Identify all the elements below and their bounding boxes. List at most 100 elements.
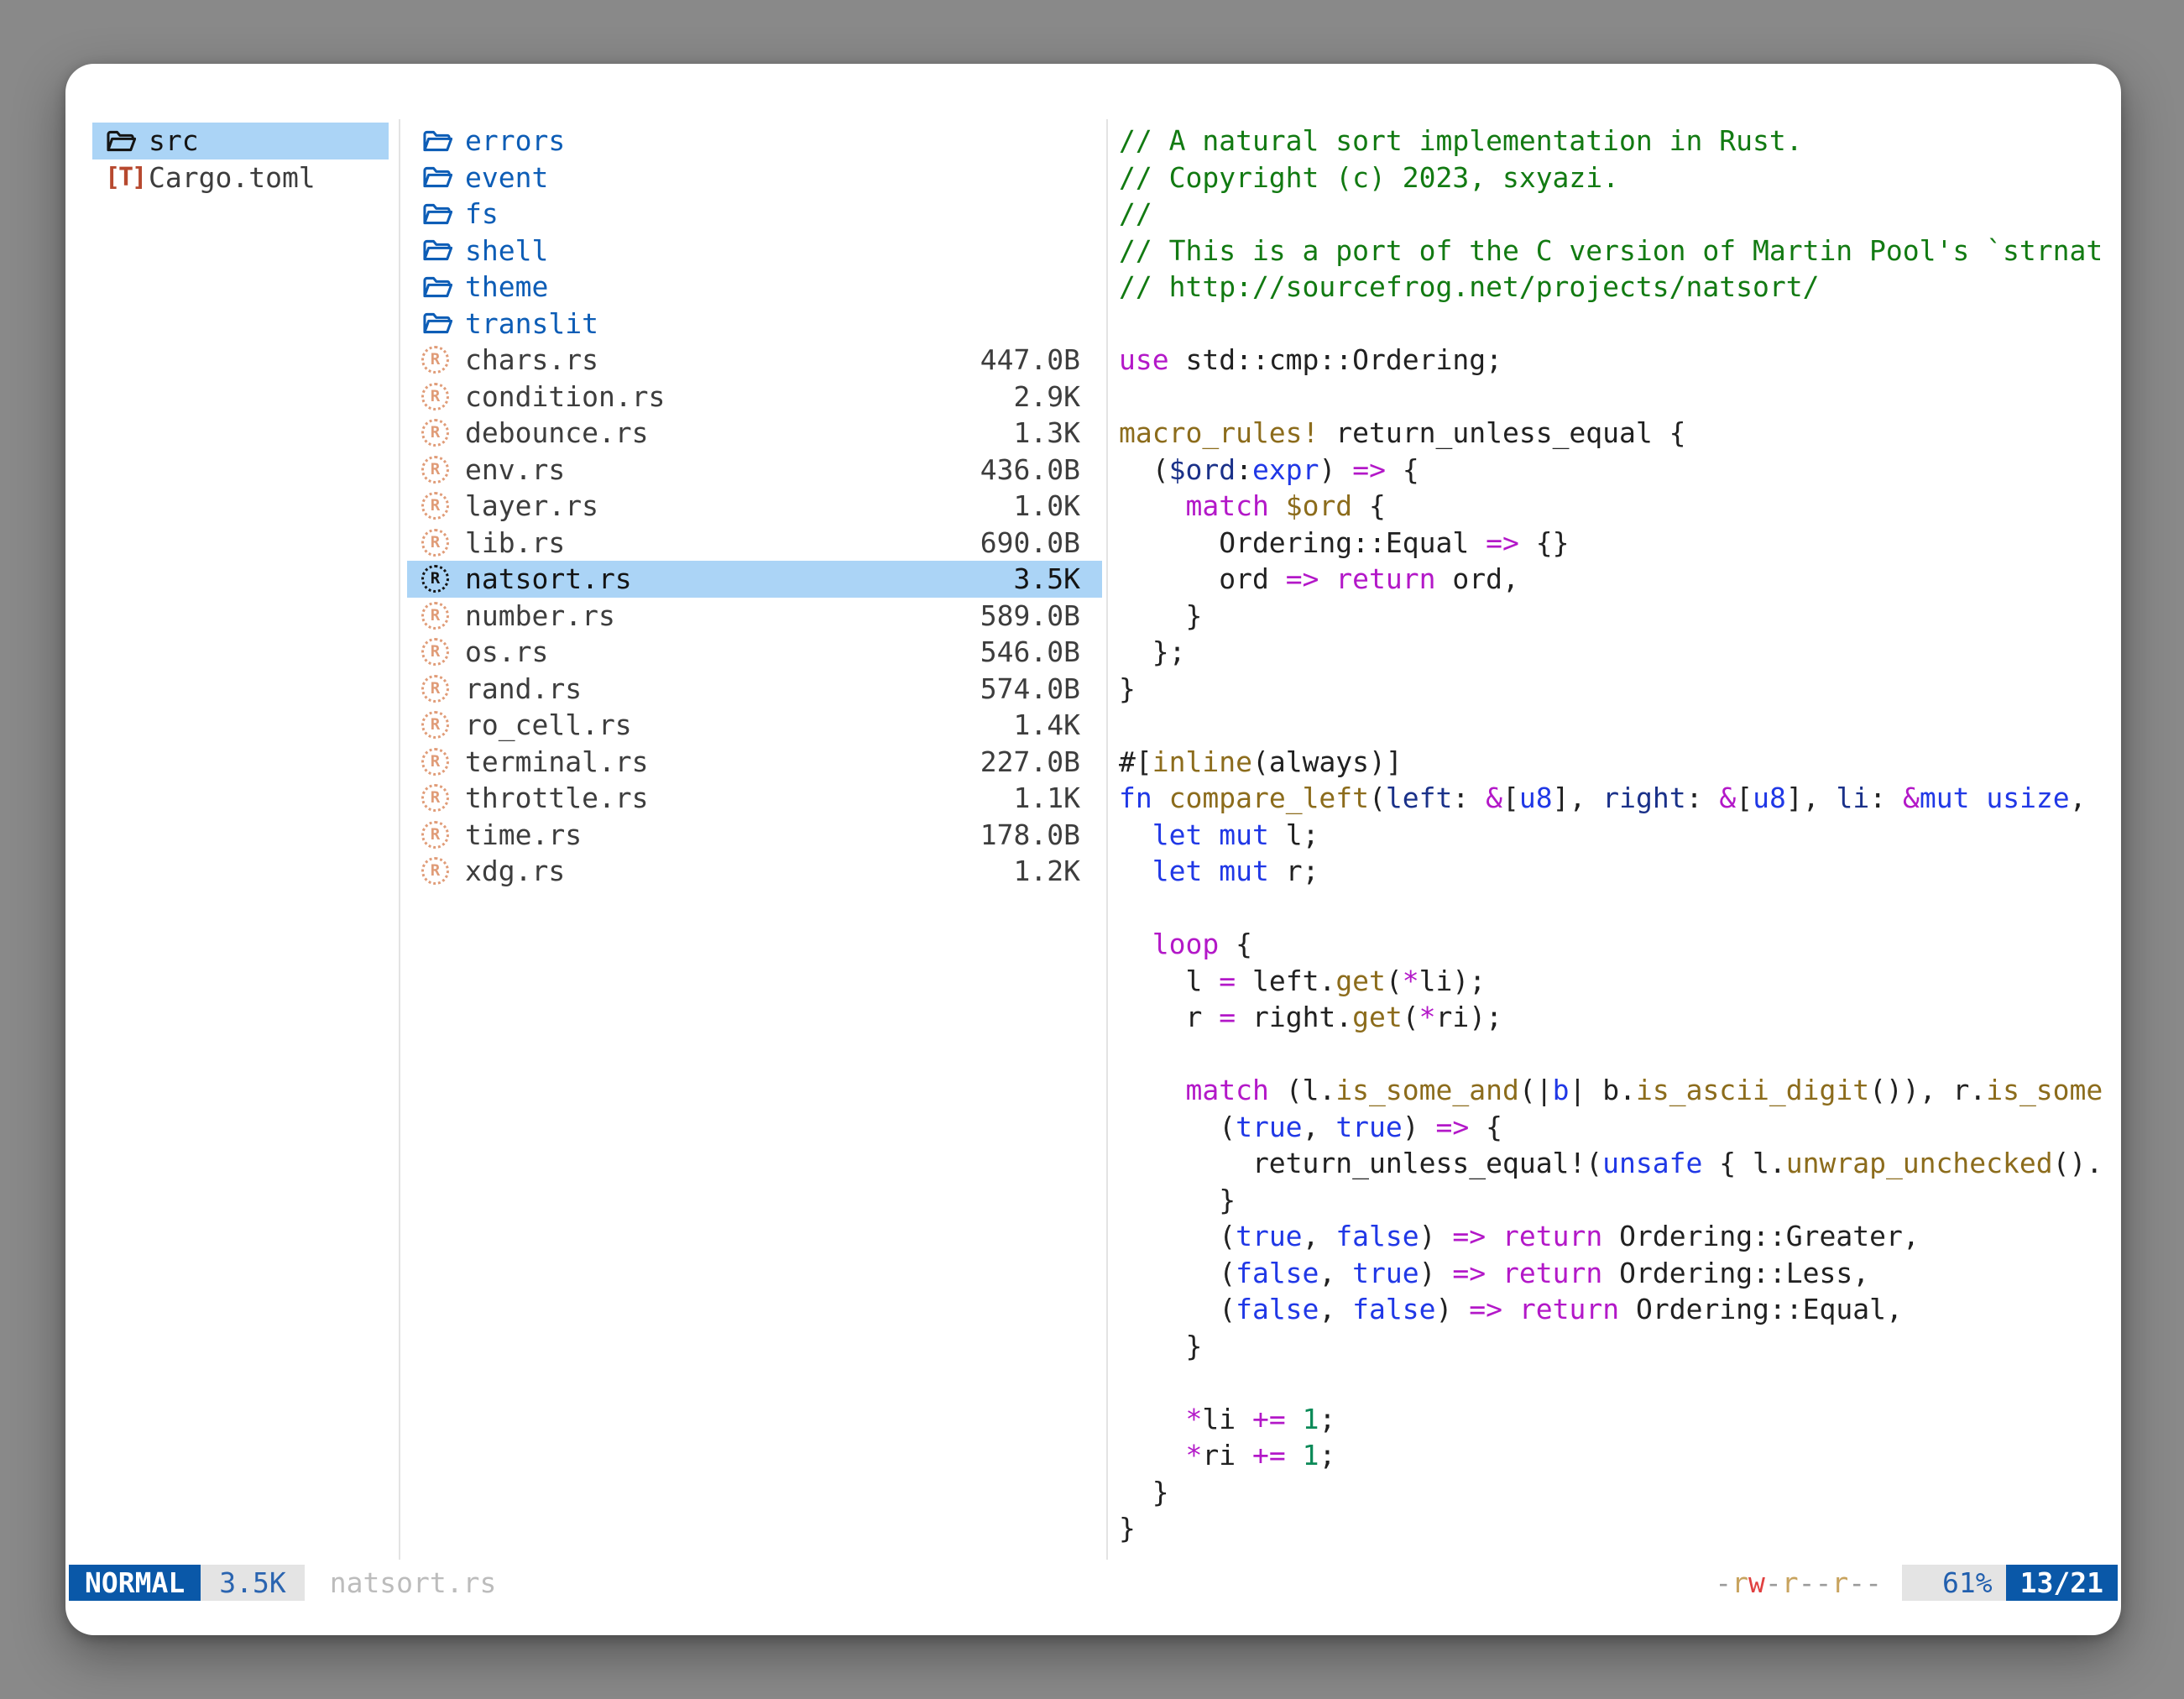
file-row[interactable]: Rlayer.rs 1.0K xyxy=(407,488,1102,525)
folder-open-icon xyxy=(421,310,452,337)
file-row[interactable]: Rchars.rs447.0B xyxy=(407,342,1102,379)
folder-row-selected[interactable]: src xyxy=(92,123,389,159)
rust-icon: R xyxy=(421,529,449,557)
pane-separator xyxy=(1106,119,1108,1560)
entry-name: Cargo.toml xyxy=(149,159,316,196)
code-line: l = left.get(*li); xyxy=(1119,963,2121,1000)
code-line: fn compare_left(left: &[u8], right: &[u8… xyxy=(1119,780,2121,817)
file-size-badge: 3.5K xyxy=(201,1565,304,1601)
code-line: ord => return ord, xyxy=(1119,561,2121,598)
rust-icon: R xyxy=(421,383,449,410)
entry-name: condition.rs xyxy=(465,379,665,416)
code-line: match $ord { xyxy=(1119,488,2121,525)
code-line: use std::cmp::Ordering; xyxy=(1119,342,2121,379)
file-row-selected[interactable]: Rnatsort.rs3.5K xyxy=(407,561,1102,598)
entry-name: os.rs xyxy=(465,634,548,671)
code-line: #[inline(always)] xyxy=(1119,744,2121,781)
entry-size: 447.0B xyxy=(980,342,1080,379)
entry-name: event xyxy=(465,159,548,196)
entry-size: 589.0B xyxy=(980,598,1080,635)
code-preview-pane: // A natural sort implementation in Rust… xyxy=(1119,123,2121,1547)
folder-open-icon xyxy=(421,237,452,264)
entry-name: natsort.rs xyxy=(465,561,632,598)
code-line: // http://sourcefrog.net/projects/natsor… xyxy=(1119,269,2121,306)
entry-size: 574.0B xyxy=(980,671,1080,708)
code-line: // A natural sort implementation in Rust… xyxy=(1119,123,2121,159)
entry-size: 3.5K xyxy=(1014,561,1080,598)
status-right: -rw-r--r-- 61% 13/21 xyxy=(1715,1565,2118,1601)
pane-separator xyxy=(399,119,400,1560)
file-row[interactable]: Rthrottle.rs1.1K xyxy=(407,780,1102,817)
code-line: // This is a port of the C version of Ma… xyxy=(1119,233,2121,269)
entry-name: theme xyxy=(465,269,548,306)
folder-row[interactable]: fs xyxy=(407,196,1102,233)
file-row[interactable]: Rnumber.rs 589.0B xyxy=(407,598,1102,635)
entry-name: number.rs xyxy=(465,598,615,635)
entry-name: terminal.rs xyxy=(465,744,649,781)
code-line: } xyxy=(1119,671,2121,708)
file-row[interactable]: Rrand.rs574.0B xyxy=(407,671,1102,708)
rust-icon: R xyxy=(421,602,449,630)
entry-size: 1.2K xyxy=(1014,853,1080,890)
entry-name: lib.rs xyxy=(465,525,565,562)
file-row[interactable]: Rcondition.rs2.9K xyxy=(407,379,1102,416)
folder-row[interactable]: event xyxy=(407,159,1102,196)
code-line: r = right.get(*ri); xyxy=(1119,999,2121,1036)
code-line: (false, false) => return Ordering::Equal… xyxy=(1119,1291,2121,1328)
file-row[interactable]: Rlib.rs 690.0B xyxy=(407,525,1102,562)
code-line: loop { xyxy=(1119,926,2121,963)
code-line xyxy=(1119,1036,2121,1073)
parent-pane: src[T]Cargo.toml xyxy=(92,123,389,196)
entry-size: 1.0K xyxy=(1014,488,1080,525)
rust-icon: R xyxy=(421,638,449,666)
entry-name: errors xyxy=(465,123,565,159)
rust-icon: R xyxy=(421,748,449,776)
code-line: }; xyxy=(1119,634,2121,671)
entry-name: layer.rs xyxy=(465,488,598,525)
entry-size: 227.0B xyxy=(980,744,1080,781)
entry-name: fs xyxy=(465,196,499,233)
code-line xyxy=(1119,1364,2121,1401)
folder-row[interactable]: errors xyxy=(407,123,1102,159)
status-filename: natsort.rs xyxy=(330,1566,497,1599)
code-line: } xyxy=(1119,1510,2121,1547)
entry-size: 178.0B xyxy=(980,817,1080,854)
entry-size: 546.0B xyxy=(980,634,1080,671)
file-row[interactable]: Rterminal.rs 227.0B xyxy=(407,744,1102,781)
entry-size: 436.0B xyxy=(980,452,1080,489)
entry-name: env.rs xyxy=(465,452,565,489)
folder-row[interactable]: shell xyxy=(407,233,1102,269)
entry-name: debounce.rs xyxy=(465,415,649,452)
file-row[interactable]: Ros.rs 546.0B xyxy=(407,634,1102,671)
file-row[interactable]: Rdebounce.rs1.3K xyxy=(407,415,1102,452)
folder-row[interactable]: theme xyxy=(407,269,1102,306)
entry-name: rand.rs xyxy=(465,671,582,708)
rust-icon: R xyxy=(421,492,449,520)
code-line xyxy=(1119,306,2121,342)
entry-name: ro_cell.rs xyxy=(465,707,632,744)
scroll-percent-badge: 61% xyxy=(1902,1565,2006,1601)
entry-size: 1.4K xyxy=(1014,707,1080,744)
app-window: src[T]Cargo.toml errorseventfsshelltheme… xyxy=(65,64,2121,1635)
entry-size: 690.0B xyxy=(980,525,1080,562)
toml-icon: [T] xyxy=(105,159,145,196)
code-line: match (l.is_some_and(|b| b.is_ascii_digi… xyxy=(1119,1072,2121,1109)
code-line: return_unless_equal!(unsafe { l.unwrap_u… xyxy=(1119,1145,2121,1182)
code-line xyxy=(1119,379,2121,416)
file-row[interactable]: Renv.rs436.0B xyxy=(407,452,1102,489)
folder-open-icon xyxy=(421,201,452,227)
code-line: macro_rules! return_unless_equal { xyxy=(1119,415,2121,452)
entry-size: 1.3K xyxy=(1014,415,1080,452)
folder-row[interactable]: translit xyxy=(407,306,1102,342)
folder-open-icon xyxy=(421,274,452,301)
file-row[interactable]: Rtime.rs178.0B xyxy=(407,817,1102,854)
status-bar: NORMAL 3.5K natsort.rs -rw-r--r-- 61% 13… xyxy=(65,1565,2121,1601)
rust-icon: R xyxy=(421,857,449,885)
file-row[interactable]: Rxdg.rs1.2K xyxy=(407,853,1102,890)
code-line xyxy=(1119,707,2121,744)
permissions-text: -rw-r--r-- xyxy=(1715,1566,1882,1599)
code-line: let mut l; xyxy=(1119,817,2121,854)
file-row[interactable]: Rro_cell.rs1.4K xyxy=(407,707,1102,744)
file-row[interactable]: [T]Cargo.toml xyxy=(92,159,389,196)
entry-name: src xyxy=(149,123,199,159)
